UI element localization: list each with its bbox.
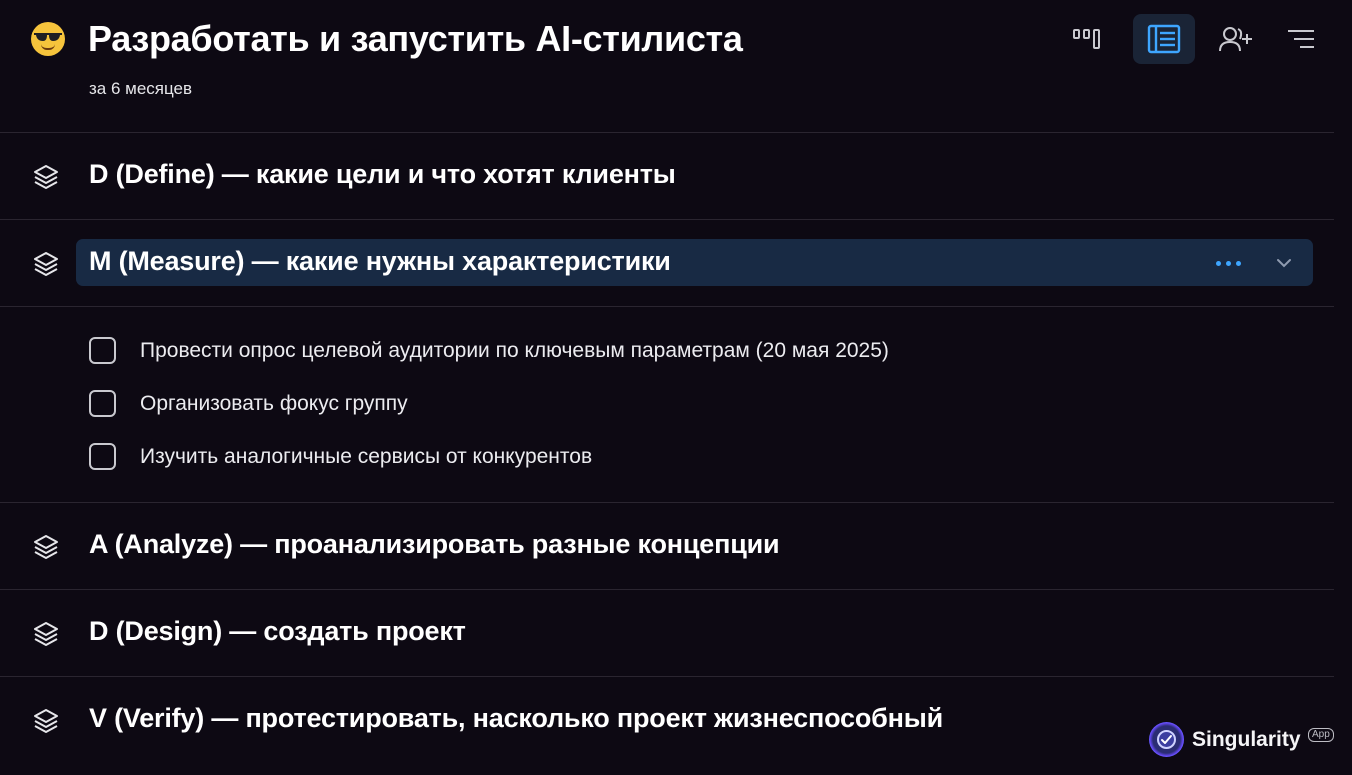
singularity-logo-icon — [1149, 722, 1184, 757]
task-item[interactable]: Изучить аналогичные сервисы от конкурент… — [0, 431, 1334, 481]
section-measure[interactable]: M (Measure) — какие нужны характеристики — [0, 220, 1334, 306]
layers-icon — [34, 709, 58, 733]
list-view-button[interactable] — [1133, 14, 1195, 64]
brand-watermark: Singularity App — [1149, 722, 1339, 760]
dot-icon — [1235, 260, 1241, 266]
task-checkbox[interactable] — [89, 390, 116, 417]
section-title: A (Analyze) — проанализировать разные ко… — [89, 529, 780, 559]
task-item[interactable]: Организовать фокус группу — [0, 378, 1334, 428]
brand-name: Singularity — [1192, 728, 1301, 751]
sunglasses-emoji-icon[interactable] — [31, 22, 65, 56]
section-design[interactable]: D (Design) — создать проект — [0, 590, 1334, 676]
task-item[interactable]: Провести опрос целевой аудитории по ключ… — [0, 325, 1334, 375]
brand-tag: App — [1308, 728, 1334, 742]
add-member-button[interactable] — [1205, 14, 1267, 64]
add-user-icon — [1219, 27, 1252, 52]
task-label[interactable]: Провести опрос целевой аудитории по ключ… — [140, 339, 889, 363]
chevron-down-icon[interactable] — [1270, 251, 1298, 275]
goal-deadline: за 6 месяцев — [89, 79, 193, 98]
layers-icon — [34, 622, 58, 646]
page-title[interactable]: Разработать и запустить AI-стилиста — [88, 18, 743, 60]
section-title: V (Verify) — протестировать, насколько п… — [89, 703, 943, 733]
layers-icon — [34, 252, 58, 276]
divider — [0, 306, 1334, 307]
sort-icon — [1288, 30, 1314, 48]
sort-button[interactable] — [1270, 14, 1332, 64]
section-title: D (Define) — какие цели и что хотят клие… — [89, 159, 676, 189]
kanban-icon — [1073, 29, 1100, 49]
task-label[interactable]: Организовать фокус группу — [140, 392, 408, 416]
section-verify[interactable]: V (Verify) — протестировать, насколько п… — [0, 677, 1334, 763]
dot-icon — [1215, 260, 1221, 266]
section-title: D (Design) — создать проект — [89, 616, 466, 646]
more-options-button[interactable] — [1208, 251, 1248, 275]
dot-icon — [1225, 260, 1231, 266]
layers-icon — [34, 535, 58, 559]
page-header: Разработать и запустить AI-стилиста за 6… — [0, 0, 1352, 132]
section-analyze[interactable]: A (Analyze) — проанализировать разные ко… — [0, 503, 1334, 589]
board-view-button[interactable] — [1056, 14, 1118, 64]
task-checkbox[interactable] — [89, 443, 116, 470]
section-define[interactable]: D (Define) — какие цели и что хотят клие… — [0, 133, 1334, 219]
list-icon — [1147, 24, 1181, 54]
task-checkbox[interactable] — [89, 337, 116, 364]
section-title: M (Measure) — какие нужны характеристики — [89, 246, 671, 276]
layers-icon — [34, 165, 58, 189]
task-label[interactable]: Изучить аналогичные сервисы от конкурент… — [140, 445, 592, 469]
